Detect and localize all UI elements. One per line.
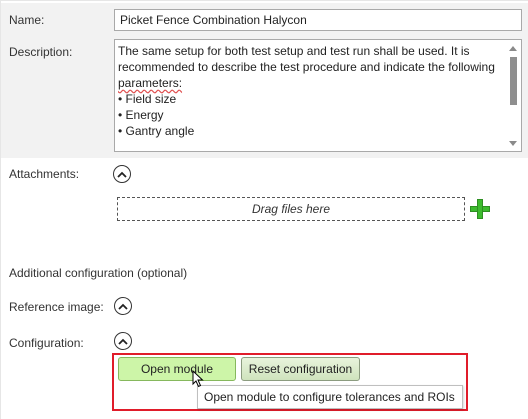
configuration-toggle-button[interactable] xyxy=(114,332,132,350)
configuration-label: Configuration: xyxy=(9,336,84,350)
tooltip-text: Open module to configure tolerances and … xyxy=(204,390,455,404)
additional-config-heading: Additional configuration (optional) xyxy=(9,266,188,280)
description-paragraph: The same setup for both test setup and t… xyxy=(118,44,495,74)
chevron-up-icon xyxy=(117,171,127,178)
name-label: Name: xyxy=(9,13,45,27)
description-bullet-field-size: • Field size xyxy=(118,92,177,106)
plus-icon[interactable] xyxy=(470,199,490,219)
scroll-down-arrow-icon[interactable] xyxy=(509,141,517,146)
scroll-up-arrow-icon[interactable] xyxy=(509,46,517,51)
description-scrollbar[interactable] xyxy=(507,41,520,150)
open-module-button[interactable]: Open module xyxy=(118,357,236,381)
attachments-toggle-button[interactable] xyxy=(113,165,131,183)
description-bullet-energy: • Energy xyxy=(118,108,164,122)
description-parameters-word: parameters: xyxy=(118,76,183,90)
reset-configuration-button[interactable]: Reset configuration xyxy=(241,357,360,381)
chevron-up-icon xyxy=(118,303,128,310)
open-module-tooltip: Open module to configure tolerances and … xyxy=(197,385,463,409)
chevron-up-icon xyxy=(118,338,128,345)
test-setup-form: Name: Picket Fence Combination Halycon D… xyxy=(0,0,528,419)
reference-image-toggle-button[interactable] xyxy=(114,297,132,315)
dropzone-text: Drag files here xyxy=(251,202,331,216)
description-bullet-gantry-angle: • Gantry angle xyxy=(118,124,195,138)
description-label: Description: xyxy=(9,45,73,59)
name-input[interactable]: Picket Fence Combination Halycon xyxy=(114,9,522,31)
description-text: The same setup for both test setup and t… xyxy=(118,43,506,139)
mouse-pointer-icon xyxy=(192,370,204,388)
file-dropzone[interactable]: Drag files here xyxy=(117,197,465,221)
scrollbar-thumb[interactable] xyxy=(510,57,517,105)
description-textarea[interactable]: The same setup for both test setup and t… xyxy=(114,39,522,152)
reference-image-label: Reference image: xyxy=(9,300,104,314)
attachments-label: Attachments: xyxy=(9,167,80,181)
